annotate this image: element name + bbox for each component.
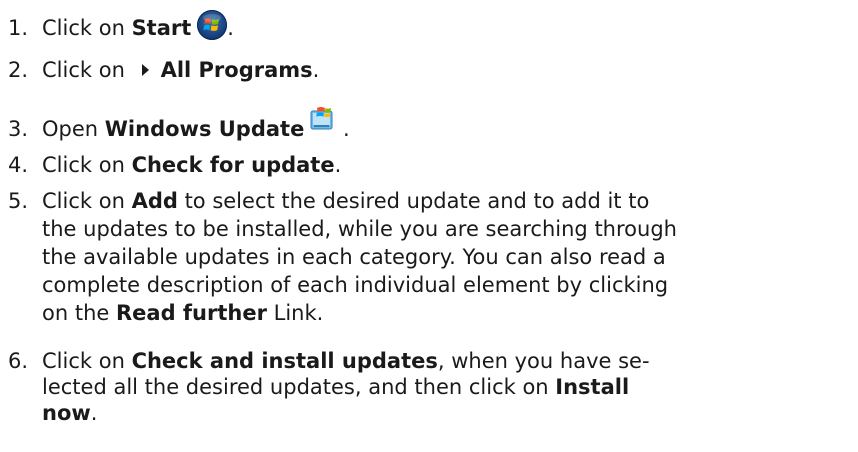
bold-term: Install: [555, 375, 630, 399]
step-text: on the: [42, 301, 116, 325]
step-1-line-1: 1. Click on Start.: [0, 10, 234, 41]
step-number: 1.: [8, 16, 29, 40]
instruction-steps: 1. Click on Start. 2. Click on All Programs…: [0, 0, 858, 452]
step-text: Open: [42, 117, 105, 141]
step-text: .: [336, 117, 350, 141]
bold-term: Start: [131, 16, 192, 40]
bold-term: Check and install updates: [131, 349, 438, 373]
step-text: , when you have se-: [437, 349, 650, 373]
bold-term: Check for update: [131, 153, 335, 177]
step-text: .: [227, 16, 234, 40]
step-5-line-4: complete description of each individual …: [0, 272, 668, 298]
step-text: .: [312, 58, 320, 82]
step-5-line-2: the updates to be installed, while you a…: [0, 216, 677, 242]
step-text: lected all the desired updates, and then…: [42, 375, 556, 399]
step-number: 5.: [8, 189, 29, 213]
step-text: Link.: [266, 301, 324, 325]
step-text: .: [334, 153, 342, 177]
step-text: the available updates in each category. …: [42, 245, 666, 269]
step-6-line-1: 6. Click on Check and install updates, wh…: [0, 348, 650, 374]
bold-term: Read further: [115, 301, 267, 325]
bold-term: Windows Update: [104, 117, 305, 141]
step-text: Click on: [42, 58, 132, 82]
step-5-line-3: the available updates in each category. …: [0, 244, 666, 270]
windows-start-orb-icon: [197, 10, 228, 40]
step-text: Click on: [42, 153, 132, 177]
step-text: to select the desired update and to add …: [177, 189, 650, 213]
step-number: 4.: [8, 153, 29, 177]
step-text: .: [90, 401, 98, 425]
step-text: the updates to be installed, while you a…: [42, 217, 677, 241]
step-2-line-1: 2. Click on All Programs.: [0, 57, 319, 83]
triangle-right-icon: [141, 64, 149, 76]
step-text: Click on: [42, 189, 132, 213]
bold-term: now: [42, 401, 91, 425]
step-text: complete description of each individual …: [42, 273, 669, 297]
bold-term: All Programs: [160, 58, 313, 82]
step-text: Click on: [42, 16, 132, 40]
step-6-line-3: now.: [0, 400, 97, 426]
step-5-line-5: on the Read further Link.: [0, 300, 323, 326]
bold-term: Add: [131, 189, 178, 213]
step-text: Click on: [42, 349, 132, 373]
step-number: 6.: [8, 349, 29, 373]
step-6-line-2: lected all the desired updates, and then…: [0, 374, 629, 400]
step-number: 2.: [8, 58, 29, 82]
step-number: 3.: [8, 117, 29, 141]
step-5-line-1: 5. Click on Add to select the desired upd…: [0, 188, 649, 214]
windows-update-icon: [308, 105, 336, 133]
step-4-line-1: 4. Click on Check for update.: [0, 152, 341, 178]
step-3-line-1: 3. Open Windows Update .: [0, 105, 350, 142]
